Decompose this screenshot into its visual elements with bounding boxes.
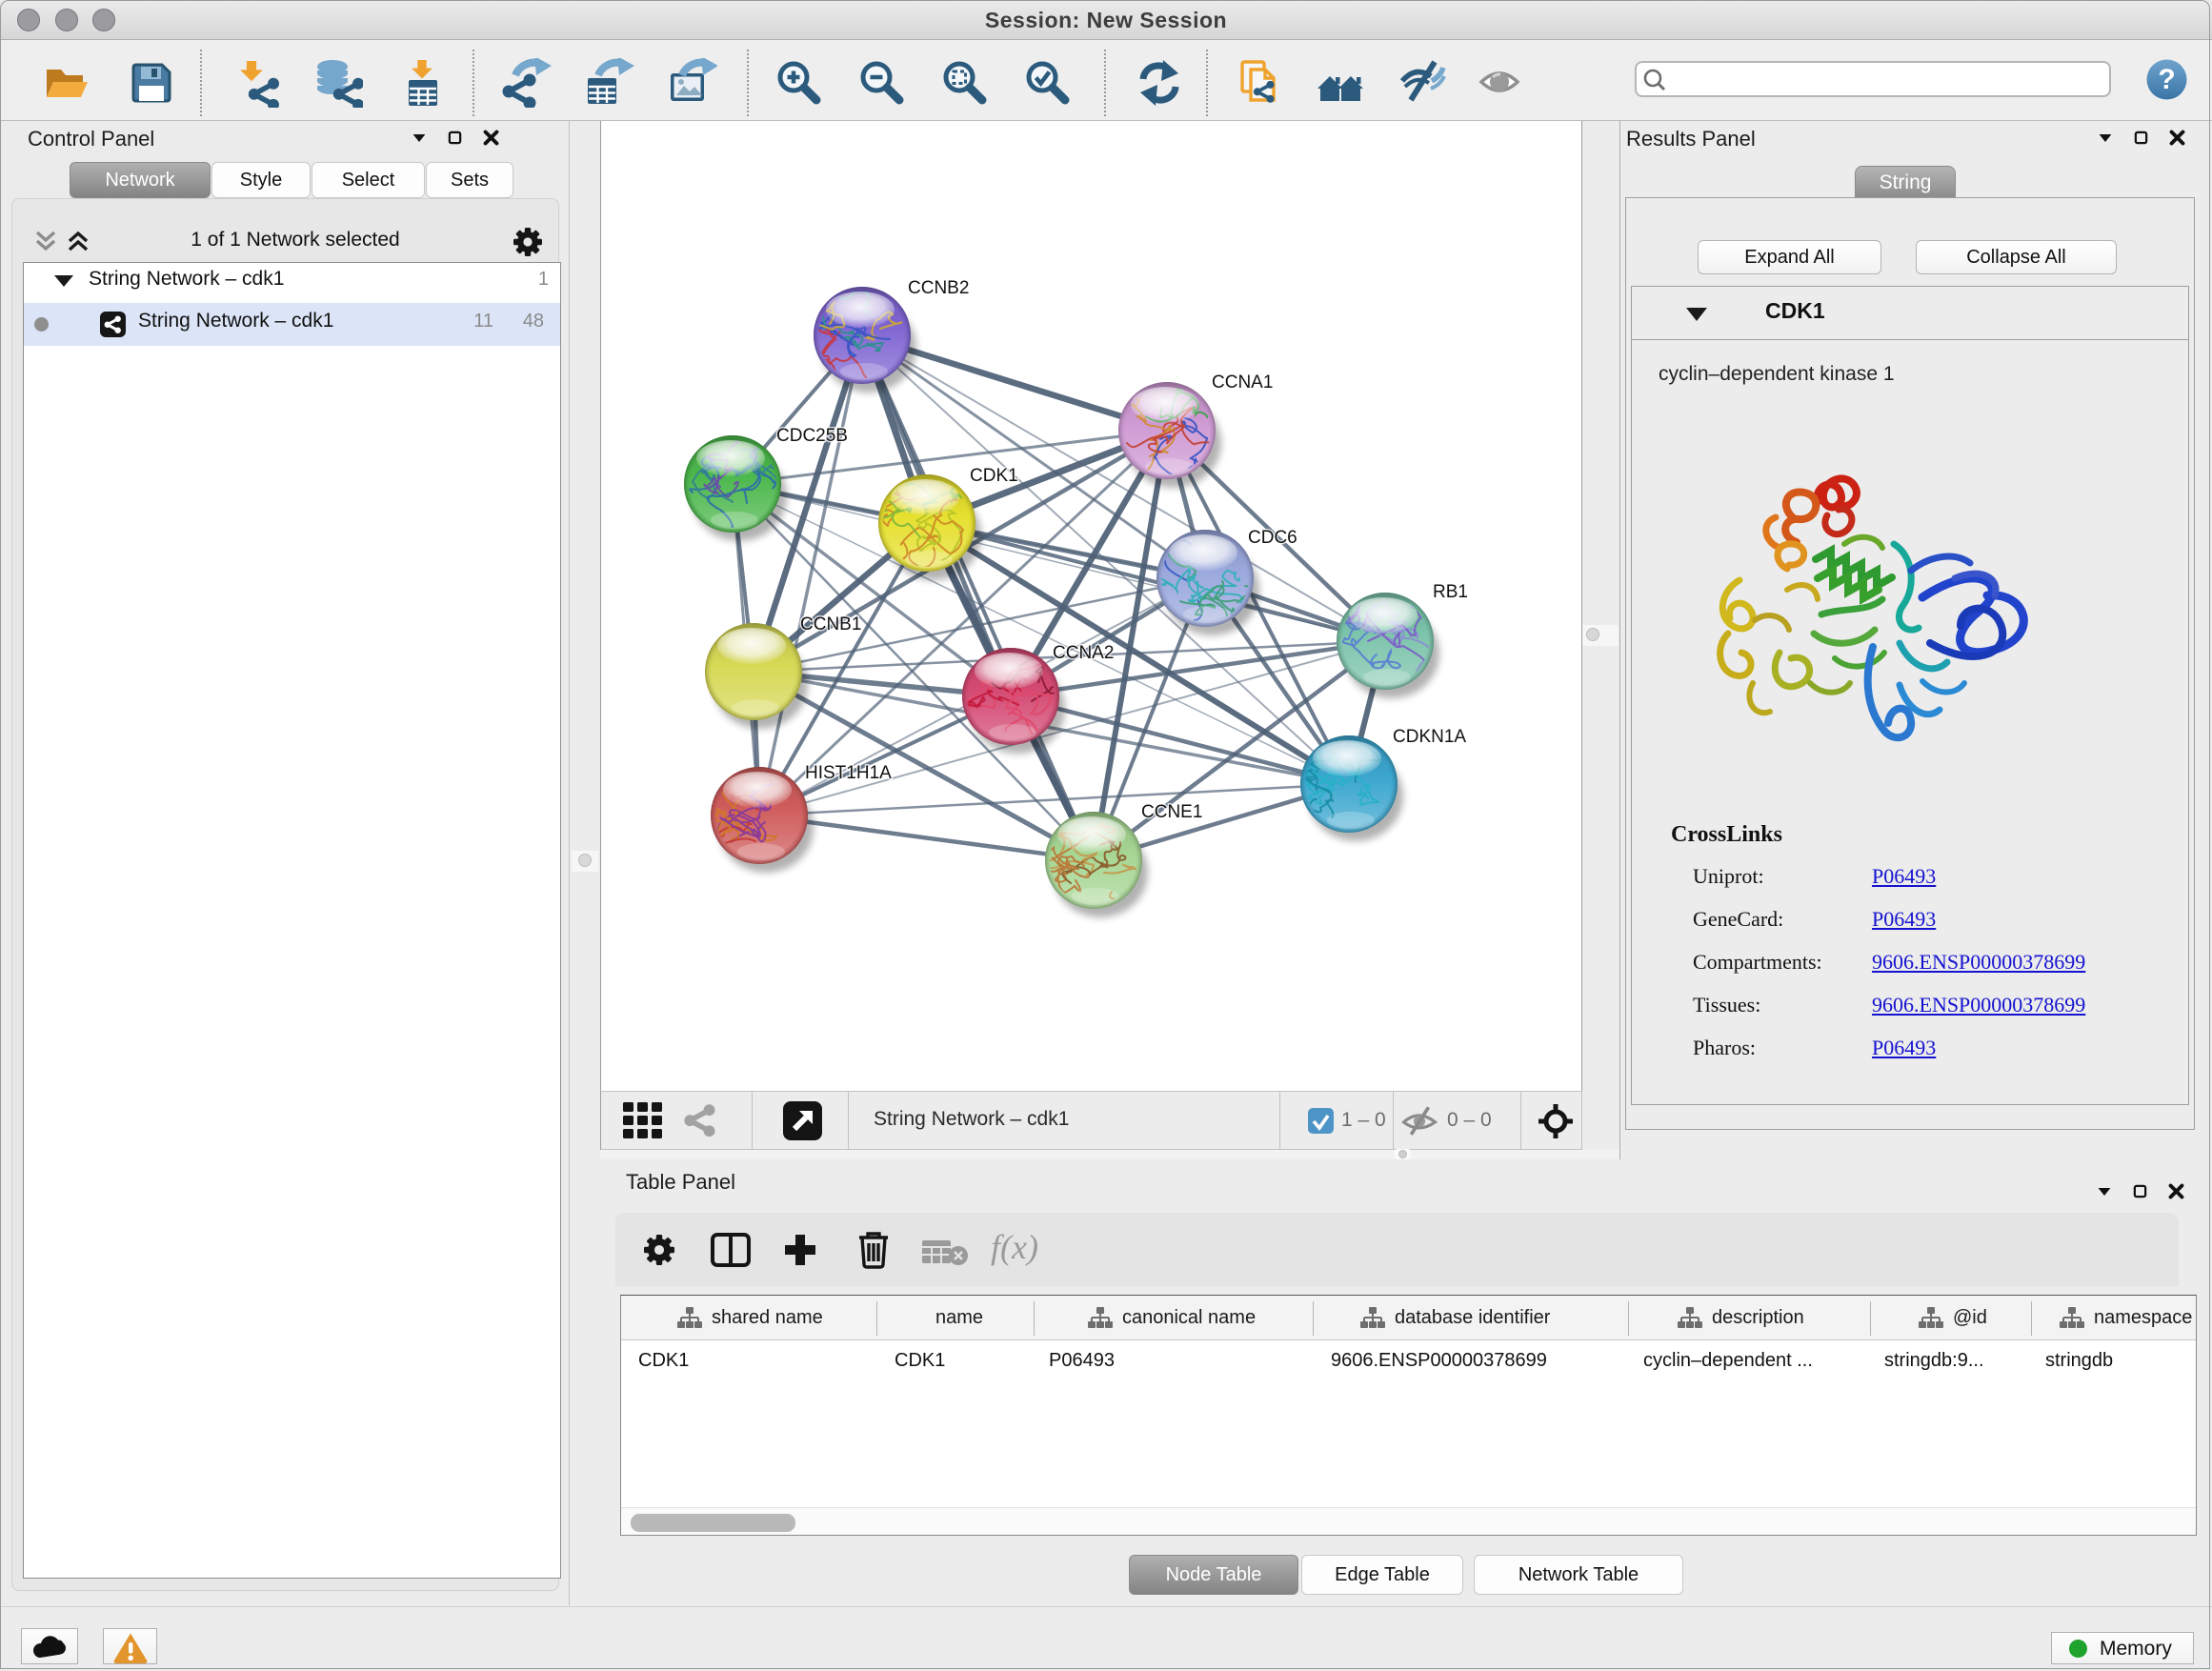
svg-text:CCNA2: CCNA2 (1053, 643, 1114, 663)
svg-text:CCNB1: CCNB1 (800, 614, 861, 634)
svg-text:CDC6: CDC6 (1248, 528, 1297, 548)
svg-text:HIST1H1A: HIST1H1A (805, 763, 892, 783)
svg-text:CDK1: CDK1 (970, 466, 1018, 486)
svg-text:CDKN1A: CDKN1A (1393, 727, 1466, 747)
svg-text:CCNA1: CCNA1 (1212, 372, 1273, 393)
svg-text:CDC25B: CDC25B (776, 426, 848, 446)
svg-text:CCNE1: CCNE1 (1141, 802, 1202, 822)
svg-text:RB1: RB1 (1433, 582, 1468, 602)
svg-text:?: ? (2158, 64, 2175, 95)
svg-text:CCNB2: CCNB2 (908, 278, 969, 298)
